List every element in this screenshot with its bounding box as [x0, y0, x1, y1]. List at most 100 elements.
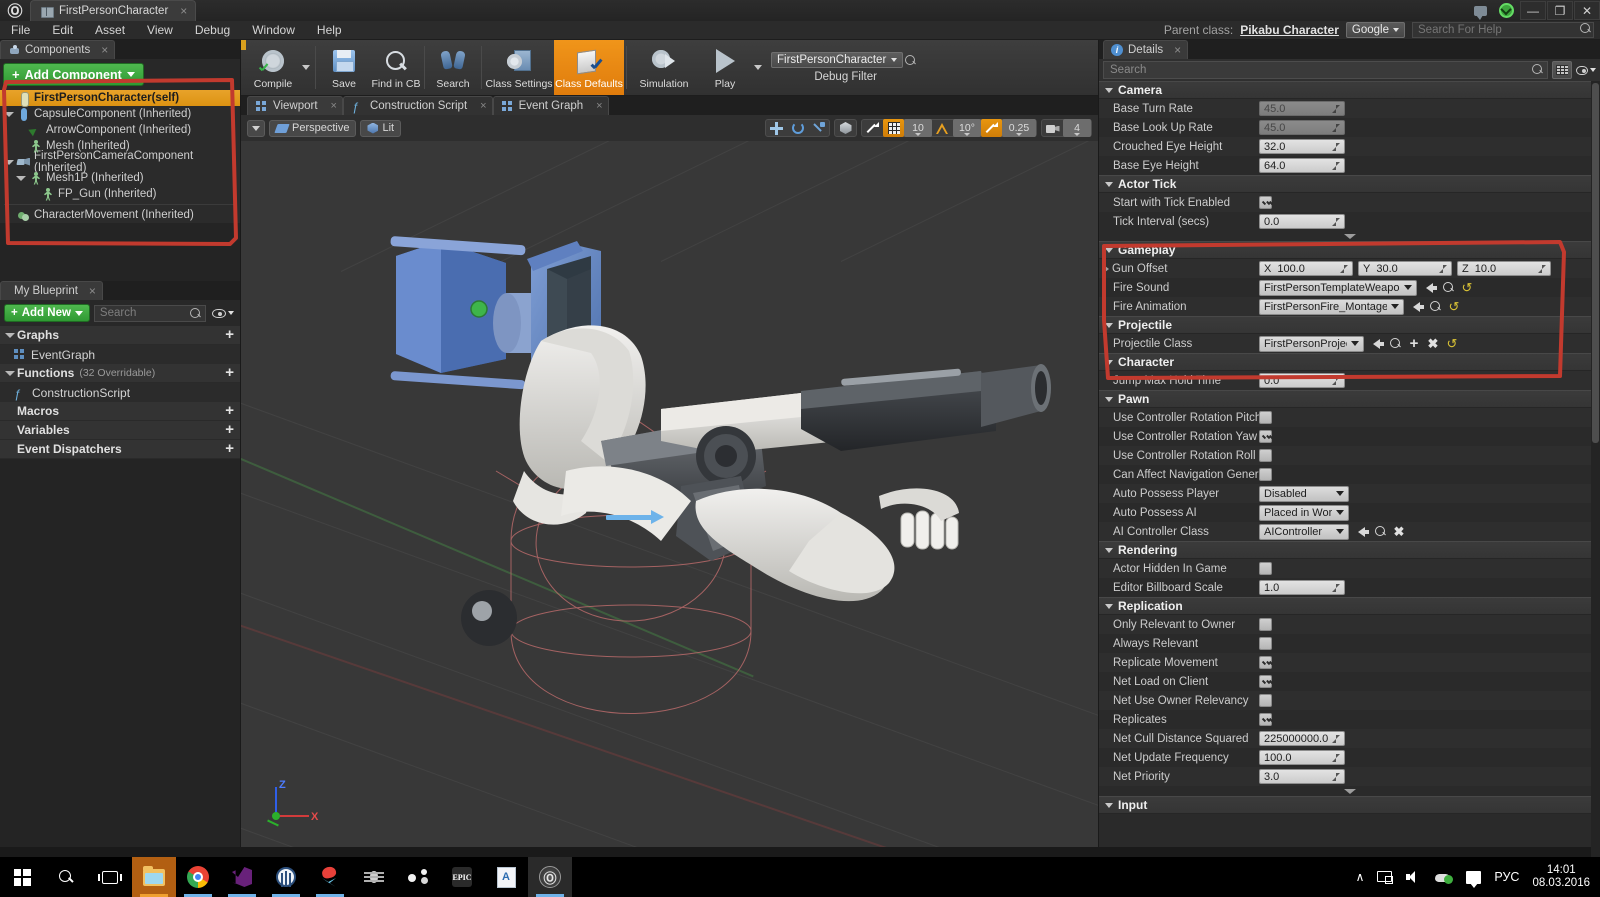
- visual-studio[interactable]: [220, 857, 264, 897]
- viewport-3d[interactable]: Z X: [241, 141, 1098, 847]
- tab-details[interactable]: i Details ×: [1103, 40, 1189, 59]
- search-provider-dropdown[interactable]: Google: [1345, 22, 1405, 38]
- translate-tool-button[interactable]: [766, 119, 787, 137]
- tab-my-blueprint[interactable]: My Blueprint ×: [0, 281, 103, 300]
- find-icon[interactable]: [1388, 337, 1402, 351]
- checkbox[interactable]: [1259, 196, 1272, 209]
- toolbar-compile-button[interactable]: Compile: [247, 40, 299, 95]
- tab-components[interactable]: Components ×: [0, 40, 116, 59]
- parent-class-link[interactable]: Pikabu Character: [1240, 23, 1339, 37]
- close-icon[interactable]: ×: [1174, 43, 1181, 57]
- expand-toggle-icon[interactable]: [1105, 87, 1113, 93]
- task-view[interactable]: [88, 857, 132, 897]
- asset-picker[interactable]: AIController: [1259, 523, 1349, 540]
- numeric-input[interactable]: 64.0: [1259, 158, 1345, 173]
- browse-back-icon[interactable]: [1354, 525, 1369, 539]
- details-category-header[interactable]: Character: [1099, 353, 1600, 371]
- component-tree-row[interactable]: FirstPersonCameraComponent (Inherited): [0, 150, 240, 174]
- taskbar-search[interactable]: [44, 857, 88, 897]
- spinner-icon[interactable]: [1538, 264, 1546, 273]
- minimize-button[interactable]: —: [1520, 1, 1546, 20]
- numeric-input[interactable]: 1.0: [1259, 580, 1345, 595]
- spinner-icon[interactable]: [1340, 264, 1348, 273]
- substance[interactable]: [396, 857, 440, 897]
- checkbox[interactable]: [1259, 618, 1272, 631]
- reset-icon[interactable]: ↺: [1460, 281, 1474, 295]
- expand-toggle-icon[interactable]: [1105, 396, 1113, 402]
- spinner-icon[interactable]: [1332, 123, 1340, 132]
- expand-toggle-icon[interactable]: [16, 174, 26, 183]
- details-search-input[interactable]: Search: [1103, 61, 1548, 79]
- scrollbar-thumb[interactable]: [1592, 83, 1599, 443]
- clear-icon[interactable]: ✖: [1392, 525, 1406, 539]
- find-icon[interactable]: [1373, 525, 1387, 539]
- maximize-button[interactable]: ❐: [1547, 1, 1573, 20]
- menu-window[interactable]: Window: [241, 21, 306, 40]
- find-icon[interactable]: [1428, 300, 1442, 314]
- my-blueprint-item[interactable]: ƒ ConstructionScript: [0, 383, 240, 402]
- sourcetree[interactable]: [264, 857, 308, 897]
- add-to-section-button[interactable]: +: [225, 365, 234, 380]
- rotate-tool-button[interactable]: [787, 119, 808, 137]
- tray-expand-icon[interactable]: ∧: [1356, 870, 1365, 884]
- tab-event-graph[interactable]: Event Graph ×: [492, 96, 609, 115]
- tab-viewport[interactable]: Viewport ×: [247, 96, 343, 115]
- checkbox[interactable]: [1259, 694, 1272, 707]
- expand-toggle-icon[interactable]: [4, 158, 14, 167]
- numeric-input[interactable]: 0.0: [1259, 373, 1345, 388]
- angle-snap-value[interactable]: 10°: [953, 119, 981, 137]
- network-icon[interactable]: [1377, 870, 1394, 884]
- menu-file[interactable]: File: [0, 21, 41, 40]
- unreal-editor[interactable]: Ⓞ: [528, 857, 572, 897]
- close-icon[interactable]: ×: [101, 43, 108, 57]
- details-scrollbar[interactable]: [1591, 81, 1600, 871]
- debugger[interactable]: [352, 857, 396, 897]
- launcher-icon[interactable]: [1493, 0, 1519, 21]
- dropdown-select[interactable]: Placed in World: [1259, 504, 1349, 521]
- details-settings-button[interactable]: [1576, 61, 1596, 79]
- checkbox[interactable]: [1259, 468, 1272, 481]
- close-window-button[interactable]: ✕: [1574, 1, 1600, 20]
- numeric-input[interactable]: 0.0: [1259, 214, 1345, 229]
- expand-toggle-icon[interactable]: [1105, 265, 1109, 272]
- clear-icon[interactable]: ✖: [1426, 337, 1440, 351]
- coordinate-system-button[interactable]: [835, 119, 856, 137]
- expand-toggle-icon[interactable]: [1105, 547, 1113, 553]
- component-tree-row[interactable]: FirstPersonCharacter(self): [0, 90, 240, 107]
- expand-toggle-icon[interactable]: [1105, 802, 1113, 808]
- spinner-icon[interactable]: [1332, 753, 1340, 762]
- vector-component-input[interactable]: X 100.0: [1259, 261, 1353, 276]
- my-blueprint-section-header[interactable]: Event Dispatchers +: [0, 440, 240, 459]
- expand-toggle-icon[interactable]: [1105, 247, 1113, 253]
- spinner-icon[interactable]: [1332, 583, 1340, 592]
- menu-debug[interactable]: Debug: [184, 21, 241, 40]
- asset-picker[interactable]: FirstPersonTemplateWeaponFire02: [1259, 279, 1417, 296]
- browse-back-icon[interactable]: [1409, 300, 1424, 314]
- expand-toggle-icon[interactable]: [5, 369, 15, 378]
- vector-component-input[interactable]: Z 10.0: [1457, 261, 1551, 276]
- action-center-icon[interactable]: [1466, 870, 1482, 888]
- expand-toggle-icon[interactable]: [1105, 603, 1113, 609]
- start-button[interactable]: [0, 857, 44, 897]
- word[interactable]: A: [484, 857, 528, 897]
- expand-more-handle[interactable]: [1099, 231, 1600, 241]
- viewport-options-menu[interactable]: [247, 119, 265, 137]
- add-to-section-button[interactable]: +: [225, 403, 234, 418]
- add-component-button[interactable]: + Add Component: [3, 63, 144, 86]
- help-search-input[interactable]: [1412, 22, 1594, 38]
- tab-construction-script[interactable]: ƒ Construction Script ×: [342, 96, 493, 115]
- browse-back-icon[interactable]: [1369, 337, 1384, 351]
- scale-snap-value[interactable]: 0.25: [1002, 119, 1036, 137]
- checkbox[interactable]: [1259, 675, 1272, 688]
- chat-icon[interactable]: [1467, 0, 1493, 21]
- translate-gizmo-arrow[interactable]: [606, 509, 686, 525]
- menu-edit[interactable]: Edit: [41, 21, 84, 40]
- clock[interactable]: 14:01 08.03.2016: [1532, 864, 1590, 890]
- my-blueprint-section-header[interactable]: Variables +: [0, 421, 240, 440]
- compile-dropdown[interactable]: [299, 40, 313, 95]
- toolbar-simulation-button[interactable]: Simulation: [629, 40, 699, 95]
- numeric-input[interactable]: 32.0: [1259, 139, 1345, 154]
- close-icon[interactable]: ×: [480, 100, 486, 112]
- scale-snap-toggle[interactable]: [981, 119, 1002, 137]
- view-options-button[interactable]: [1552, 61, 1572, 79]
